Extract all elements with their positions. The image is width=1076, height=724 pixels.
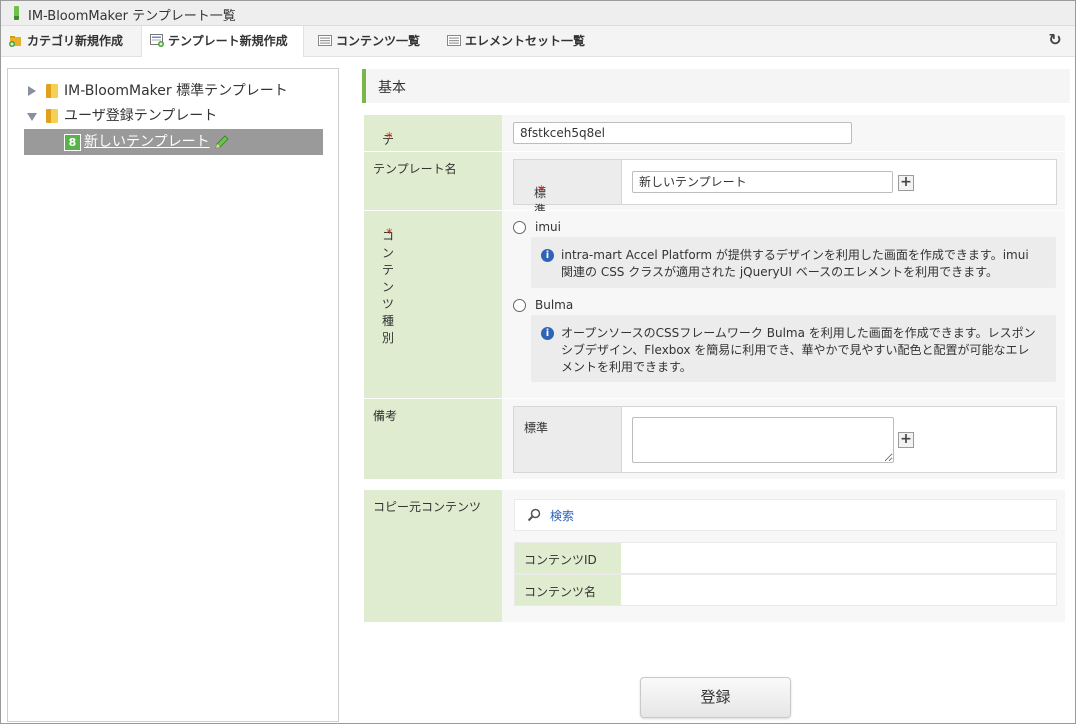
tab-label: コンテンツ一覧: [336, 34, 421, 48]
tree-item-label: ユーザ登録テンプレート: [64, 108, 218, 124]
required-mark: *: [386, 227, 393, 242]
tab-bar: カテゴリ新規作成 テンプレート新規作成 コンテンツ一覧 エレメントセット一覧 ↻: [1, 26, 1075, 57]
section-header-basic: 基本: [362, 69, 1070, 103]
add-locale-button[interactable]: +: [898, 432, 914, 448]
content-type-bulma-radio[interactable]: [513, 299, 526, 312]
label-text: コンテンツ種別: [382, 229, 395, 345]
refresh-icon[interactable]: ↻: [1047, 32, 1063, 48]
template-name-locale-box: 標準 * 新しいテンプレート +: [513, 159, 1057, 217]
folder-icon: [46, 109, 58, 123]
tab-category-new[interactable]: カテゴリ新規作成: [1, 26, 129, 56]
note-label: 備考: [364, 399, 502, 479]
imui-info-box: i intra-mart Accel Platform が提供するデザインを利用…: [531, 237, 1056, 288]
copy-source-search-row: 検索: [514, 499, 1057, 531]
add-locale-button[interactable]: +: [898, 175, 914, 191]
label-text: テンプレート名: [373, 162, 457, 176]
note-locale-box: 標準 +: [513, 406, 1057, 473]
tab-label: テンプレート新規作成: [168, 34, 288, 48]
bulma-info-box: i オープンソースのCSSフレームワーク Bulma を利用した画面を作成できま…: [531, 315, 1056, 382]
template-id-label: テンプレートID*: [364, 115, 502, 247]
section-title: 基本: [378, 80, 406, 96]
tree-item-new-template[interactable]: 8 新しいテンプレート: [24, 129, 323, 155]
tab-template-new[interactable]: テンプレート新規作成: [141, 26, 304, 57]
locale-label: 標準: [514, 407, 622, 472]
content-type-imui-radio[interactable]: [513, 221, 526, 234]
list-icon: [318, 35, 332, 46]
tab-element-set-list[interactable]: エレメントセット一覧: [439, 26, 615, 56]
register-button[interactable]: 登録: [640, 677, 791, 718]
label-text: 備考: [373, 409, 398, 423]
tree-item-label: IM-BloomMaker 標準テンプレート: [64, 83, 288, 99]
expand-arrow-icon[interactable]: [28, 86, 36, 96]
template-badge: 8: [64, 134, 81, 151]
folder-add-icon: [9, 36, 21, 47]
locale-text: 標準: [524, 421, 549, 435]
copy-source-label: コピー元コンテンツ: [364, 490, 502, 622]
search-icon[interactable]: [527, 508, 541, 522]
template-add-icon: [150, 34, 164, 47]
content-type-imui-label[interactable]: imui: [535, 220, 561, 234]
content-id-label: コンテンツID: [515, 543, 621, 573]
required-mark: *: [386, 131, 393, 146]
info-icon: i: [541, 327, 554, 340]
tree-item-standard-templates[interactable]: IM-BloomMaker 標準テンプレート: [8, 80, 328, 102]
required-mark: *: [538, 184, 545, 199]
tree-item-label: 新しいテンプレート: [84, 134, 210, 150]
label-text: コンテンツID: [524, 553, 597, 567]
template-tree: IM-BloomMaker 標準テンプレート ユーザ登録テンプレート 8 新しい…: [7, 68, 339, 722]
window-title: IM-BloomMaker テンプレート一覧: [28, 9, 236, 24]
search-link[interactable]: 検索: [550, 507, 574, 524]
content-name-label: コンテンツ名: [515, 575, 621, 605]
content-type-bulma-label[interactable]: Bulma: [535, 298, 573, 312]
app-window: IM-BloomMaker テンプレート一覧 カテゴリ新規作成 テンプレート新規…: [0, 0, 1076, 724]
template-name-input[interactable]: 新しいテンプレート: [632, 171, 893, 193]
content-name-row: コンテンツ名: [514, 574, 1057, 606]
tab-label: エレメントセット一覧: [465, 34, 586, 48]
list-icon: [447, 35, 461, 46]
label-text: コンテンツ名: [524, 585, 597, 599]
imui-description: intra-mart Accel Platform が提供するデザインを利用した…: [561, 248, 1029, 279]
bulma-description: オープンソースのCSSフレームワーク Bulma を利用した画面を作成できます。…: [561, 326, 1036, 374]
content-type-label: コンテンツ種別 *: [364, 211, 502, 398]
tree-item-user-templates[interactable]: ユーザ登録テンプレート: [8, 105, 328, 127]
title-bar: IM-BloomMaker テンプレート一覧: [1, 1, 1075, 26]
app-logo-icon: [14, 6, 19, 20]
tab-content-list[interactable]: コンテンツ一覧: [310, 26, 434, 56]
folder-icon: [46, 84, 58, 98]
template-id-input[interactable]: 8fstkceh5q8el: [513, 122, 852, 144]
template-name-label: テンプレート名: [364, 152, 502, 210]
info-icon: i: [541, 249, 554, 262]
collapse-arrow-icon[interactable]: [27, 113, 37, 121]
note-textarea[interactable]: [632, 417, 894, 463]
content-id-row: コンテンツID: [514, 542, 1057, 574]
locale-label: 標準 *: [514, 160, 622, 217]
pencil-edit-icon[interactable]: [214, 134, 230, 150]
tab-label: カテゴリ新規作成: [27, 34, 124, 48]
label-text: コピー元コンテンツ: [373, 500, 482, 514]
